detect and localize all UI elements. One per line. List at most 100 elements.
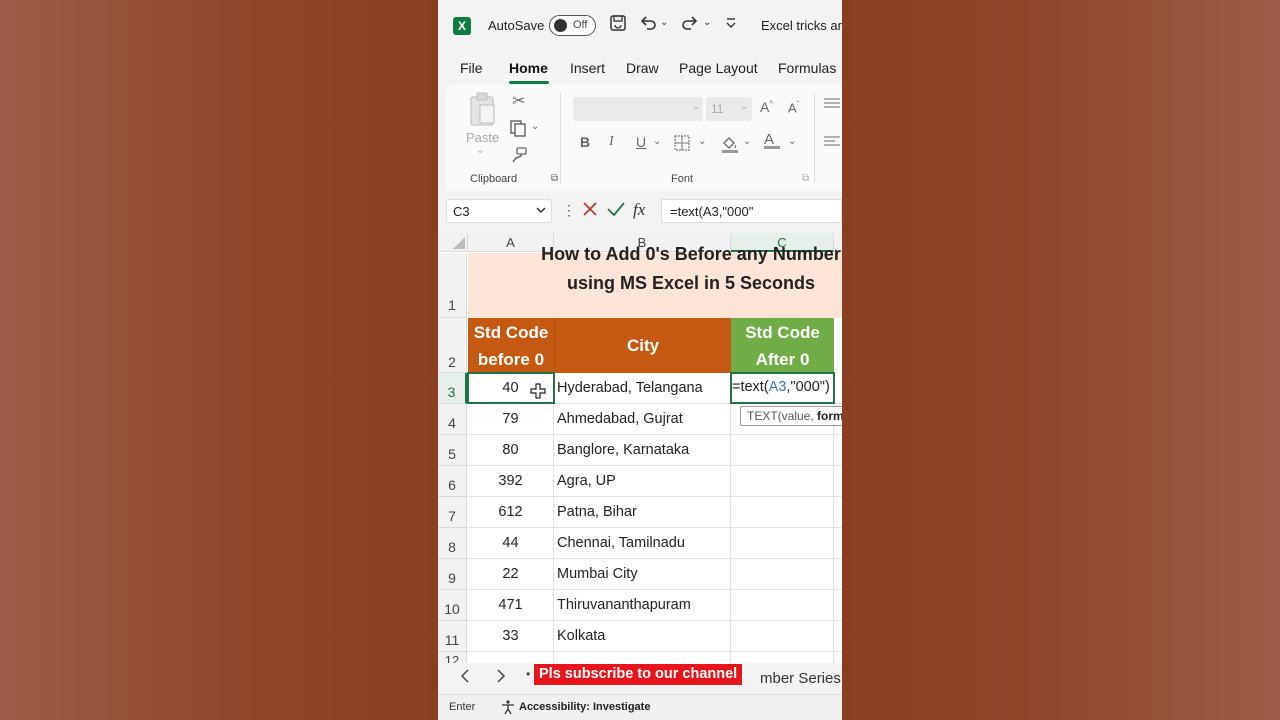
cell-city[interactable]: Banglore, Karnataka [554, 435, 731, 466]
cell-city[interactable]: Hyderabad, Telangana [554, 373, 731, 404]
cell-std-code-after[interactable] [731, 466, 834, 497]
row-header-6[interactable]: 6 [438, 466, 467, 497]
copy-chevron-icon[interactable]: ⌄ [531, 121, 539, 132]
header-std-code-after[interactable]: Std Code After 0 [731, 318, 834, 373]
accessibility-status[interactable]: Accessibility: Investigate [519, 701, 650, 713]
paste-label[interactable]: Paste [466, 130, 499, 145]
row-header-5[interactable]: 5 [438, 435, 467, 466]
borders-chevron-icon[interactable]: ⌄ [698, 136, 706, 147]
row-header-3[interactable]: 3 [438, 373, 467, 404]
autosave-toggle[interactable]: Off [549, 15, 596, 36]
cell-std-code-after[interactable] [731, 559, 834, 590]
cell-empty[interactable] [554, 652, 731, 663]
redo-chevron-icon[interactable]: ⌄ [703, 17, 711, 28]
shrink-font-icon[interactable]: Aˇ [788, 100, 799, 115]
tab-formulas[interactable]: Formulas [778, 60, 836, 76]
cell-empty[interactable] [731, 652, 834, 663]
fill-color-icon[interactable] [720, 134, 740, 157]
cell-std-code[interactable]: 22 [468, 559, 554, 590]
cell-empty[interactable] [834, 559, 842, 590]
clipboard-launcher-icon[interactable]: ⧉ [551, 173, 558, 184]
cell-city[interactable]: Kolkata [554, 621, 731, 652]
cell-empty[interactable] [834, 466, 842, 497]
customize-toolbar-icon[interactable] [725, 16, 737, 33]
row-header-9[interactable]: 9 [438, 559, 467, 590]
more-sheets-icon[interactable]: • [526, 667, 530, 681]
align-left-icon[interactable] [823, 135, 841, 150]
underline-chevron-icon[interactable]: ⌄ [653, 136, 661, 147]
paste-icon[interactable] [468, 91, 498, 130]
row-header-1[interactable]: 1 [438, 253, 467, 318]
cell-empty[interactable] [468, 652, 554, 663]
cell-std-code[interactable]: 612 [468, 497, 554, 528]
cell-std-code-after[interactable] [731, 590, 834, 621]
font-size-chevron-icon[interactable]: ⌄ [740, 101, 748, 112]
align-top-icon[interactable] [823, 97, 841, 112]
font-name-box[interactable] [573, 97, 703, 121]
more-options-icon[interactable]: ⋮ [562, 202, 576, 219]
font-name-chevron-icon[interactable]: ⌄ [692, 101, 700, 112]
cell-std-code-after[interactable] [731, 528, 834, 559]
cell-std-code[interactable]: 79 [468, 404, 554, 435]
formula-input[interactable]: =text(A3,"000" [661, 199, 842, 223]
format-painter-icon[interactable] [510, 146, 528, 167]
cell-std-code[interactable]: 33 [468, 621, 554, 652]
cell-std-code-after[interactable] [731, 497, 834, 528]
copy-icon[interactable] [509, 119, 527, 140]
grow-font-icon[interactable]: A^ [760, 99, 773, 115]
cell-city[interactable]: Patna, Bihar [554, 497, 731, 528]
cell-std-code-after[interactable] [731, 435, 834, 466]
cell-std-code[interactable]: 44 [468, 528, 554, 559]
row-header-10[interactable]: 10 [438, 590, 467, 621]
tab-draw[interactable]: Draw [626, 60, 659, 76]
undo-chevron-icon[interactable]: ⌄ [660, 17, 668, 28]
redo-icon[interactable] [680, 14, 700, 37]
undo-icon[interactable] [638, 14, 658, 37]
cell-city[interactable]: Agra, UP [554, 466, 731, 497]
bold-button[interactable]: B [580, 134, 590, 150]
font-launcher-icon[interactable]: ⧉ [802, 173, 809, 184]
cell-city[interactable]: Chennai, Tamilnadu [554, 528, 731, 559]
row-header-7[interactable]: 7 [438, 497, 467, 528]
function-tooltip[interactable]: TEXT(value, form [740, 406, 842, 426]
row-header-2[interactable]: 2 [438, 318, 467, 373]
name-box[interactable]: C3 [446, 199, 552, 223]
cell-city[interactable]: Mumbai City [554, 559, 731, 590]
tab-file[interactable]: File [460, 60, 483, 76]
underline-button[interactable]: U [636, 134, 646, 150]
tab-page-layout[interactable]: Page Layout [679, 60, 758, 76]
save-icon[interactable] [609, 14, 627, 37]
paste-chevron-icon[interactable]: ⌄ [476, 145, 484, 156]
cell-city[interactable]: Ahmedabad, Gujrat [554, 404, 731, 435]
name-box-chevron-icon[interactable] [535, 203, 547, 220]
row-header-11[interactable]: 11 [438, 621, 467, 652]
cell-std-code[interactable]: 392 [468, 466, 554, 497]
header-std-code-before[interactable]: Std Code before 0 [468, 318, 554, 373]
cell-empty[interactable] [834, 497, 842, 528]
fill-color-chevron-icon[interactable]: ⌄ [743, 136, 751, 147]
cell-city[interactable]: Thiruvananthapuram [554, 590, 731, 621]
enter-icon[interactable] [606, 200, 626, 223]
row-header-8[interactable]: 8 [438, 528, 467, 559]
italic-button[interactable]: I [609, 134, 614, 150]
select-all-corner[interactable] [438, 233, 468, 252]
cell-empty[interactable] [834, 373, 842, 404]
sheet-next-icon[interactable] [496, 668, 506, 689]
row-header-4[interactable]: 4 [438, 404, 467, 435]
accessibility-icon[interactable] [500, 699, 516, 718]
cell-std-code[interactable]: 80 [468, 435, 554, 466]
tab-home[interactable]: Home [509, 60, 548, 76]
cell-std-code[interactable]: 471 [468, 590, 554, 621]
cut-icon[interactable]: ✂ [512, 91, 525, 111]
cell-empty[interactable] [834, 590, 842, 621]
sheet-tab-number-series[interactable]: mber Series [760, 670, 841, 687]
borders-icon[interactable] [673, 134, 691, 155]
cell-std-code-after[interactable] [731, 621, 834, 652]
cell-empty[interactable] [834, 528, 842, 559]
cell-empty[interactable] [834, 435, 842, 466]
sheet-prev-icon[interactable] [460, 668, 470, 689]
insert-function-icon[interactable]: fx [633, 200, 645, 220]
font-color-chevron-icon[interactable]: ⌄ [788, 136, 796, 147]
font-color-icon[interactable]: A [764, 131, 780, 149]
row-header-12[interactable]: 12 [438, 652, 467, 663]
